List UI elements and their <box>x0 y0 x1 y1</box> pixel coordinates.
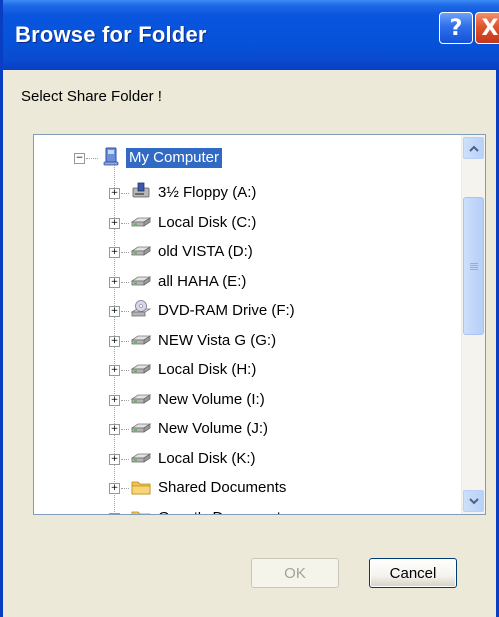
tree-item-label[interactable]: old VISTA (D:) <box>155 242 256 262</box>
tree-line <box>121 222 129 224</box>
hard-drive-icon <box>130 246 152 256</box>
expand-toggle[interactable]: + <box>109 453 120 465</box>
hard-drive-icon <box>130 423 152 433</box>
hard-drive-icon <box>130 334 152 345</box>
tree-item-label[interactable]: Shared Documents <box>155 478 289 498</box>
hard-drive-icon <box>130 393 152 404</box>
expand-toggle[interactable]: + <box>109 365 120 376</box>
dvd-drive-icon <box>130 300 152 317</box>
tree-line <box>121 488 129 489</box>
tree-line <box>121 370 129 371</box>
help-icon: ? <box>449 15 463 41</box>
tree-line <box>121 340 129 342</box>
expand-toggle[interactable]: + <box>109 335 120 347</box>
instruction-text: Select Share Folder ! <box>21 88 162 105</box>
tree-item-label[interactable]: New Volume (J:) <box>155 419 271 439</box>
arrow-down-icon <box>468 497 479 504</box>
computer-icon <box>103 147 119 166</box>
vertical-scrollbar[interactable] <box>461 135 485 514</box>
folder-icon <box>131 481 151 495</box>
cancel-button[interactable]: Cancel <box>369 558 457 588</box>
folder-tree[interactable]: − My Computer +3½ Floppy (A:) + Local Disk… <box>33 134 486 515</box>
expand-toggle[interactable]: + <box>109 217 120 229</box>
tree-item-label[interactable]: Local Disk (K:) <box>155 449 259 469</box>
tree-line <box>121 252 129 253</box>
tree-item-label[interactable]: all HAHA (E:) <box>155 272 249 292</box>
ok-button[interactable]: OK <box>251 558 339 588</box>
folder-tree-content: − My Computer +3½ Floppy (A:) + Local Disk… <box>34 135 456 514</box>
expand-toggle[interactable]: + <box>109 247 120 258</box>
scroll-thumb[interactable] <box>463 197 484 335</box>
tree-item-label[interactable]: Local Disk (H:) <box>155 360 259 380</box>
scroll-up-button[interactable] <box>463 137 484 159</box>
expand-toggle[interactable]: + <box>109 188 120 199</box>
hard-drive-icon <box>130 275 152 286</box>
tree-item-label[interactable]: Local Disk (C:) <box>155 213 259 233</box>
dialog-title: Browse for Folder <box>15 22 207 47</box>
collapse-toggle[interactable]: − <box>74 153 85 164</box>
tree-item-label[interactable]: 3½ Floppy (A:) <box>155 183 259 203</box>
arrow-up-icon <box>468 145 479 152</box>
tree-item-label[interactable]: New Volume (I:) <box>155 390 268 410</box>
tree-line <box>121 429 129 430</box>
tree-item-my-computer[interactable]: My Computer <box>126 148 223 168</box>
folder-icon <box>131 511 151 514</box>
scroll-down-button[interactable] <box>463 490 484 512</box>
tree-item-label[interactable]: Guest's Documents <box>155 508 291 515</box>
hard-drive-icon <box>130 216 152 227</box>
expand-toggle[interactable]: + <box>109 424 120 435</box>
tree-line <box>121 458 129 460</box>
expand-toggle[interactable]: + <box>109 276 120 288</box>
floppy-drive-icon <box>132 182 150 198</box>
expand-toggle[interactable]: + <box>109 306 120 317</box>
tree-line <box>121 399 129 401</box>
expand-toggle[interactable]: + <box>109 483 120 494</box>
help-button[interactable]: ? <box>439 12 473 44</box>
hard-drive-icon <box>130 364 152 374</box>
title-bar[interactable]: Browse for Folder ? X <box>3 0 499 70</box>
tree-line <box>86 158 98 159</box>
expand-toggle[interactable]: + <box>109 512 120 514</box>
close-button[interactable]: X <box>475 12 499 44</box>
browse-folder-dialog: Browse for Folder ? X Select Share Folde… <box>0 0 499 617</box>
tree-line <box>121 281 129 283</box>
close-icon: X <box>481 15 499 41</box>
tree-item-label[interactable]: DVD-RAM Drive (F:) <box>155 301 298 321</box>
expand-toggle[interactable]: + <box>109 394 120 406</box>
tree-line <box>121 311 129 312</box>
grip-icon <box>469 262 478 270</box>
tree-item-label[interactable]: NEW Vista G (G:) <box>155 331 279 351</box>
hard-drive-icon <box>130 452 152 463</box>
tree-line <box>121 193 129 194</box>
